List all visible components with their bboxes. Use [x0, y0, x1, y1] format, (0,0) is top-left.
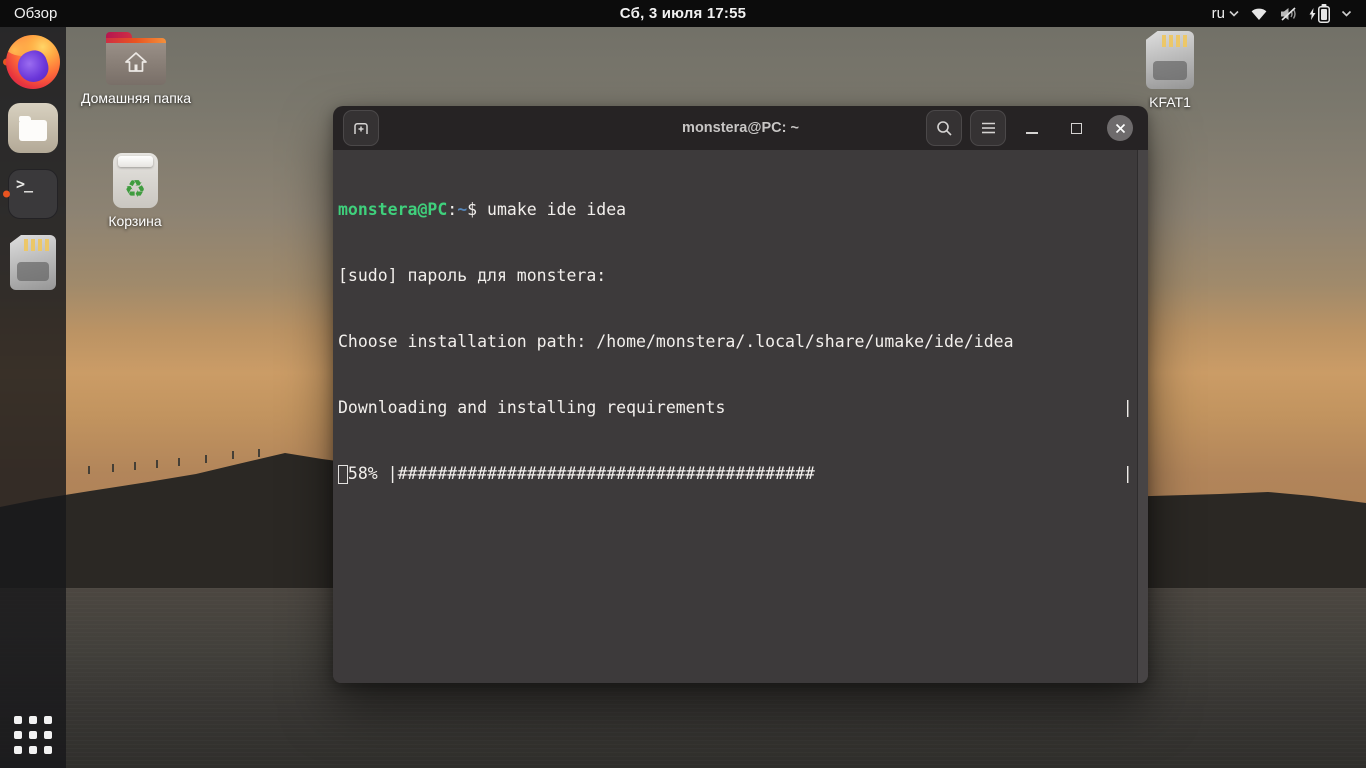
charging-bolt-icon	[1309, 7, 1316, 20]
terminal-line-progress: 58% |###################################…	[338, 463, 1136, 485]
chevron-down-icon	[1229, 10, 1239, 17]
running-indicator	[3, 190, 10, 198]
dock-item-files[interactable]	[0, 103, 66, 153]
desktop-icon-label: KFAT1	[1149, 94, 1191, 110]
house-glyph	[125, 51, 147, 72]
clock[interactable]: Сб, 3 июля 17:55	[620, 5, 746, 22]
system-menu-chevron-icon[interactable]	[1341, 10, 1352, 17]
close-icon	[1107, 115, 1133, 141]
search-icon	[936, 120, 952, 136]
recycle-glyph: ♻	[124, 175, 146, 203]
terminal-icon: >_	[8, 169, 58, 219]
top-bar: Обзор Сб, 3 июля 17:55 ru	[0, 0, 1366, 27]
firefox-icon	[6, 35, 60, 89]
desktop-icon-home-folder[interactable]: Домашняя папка	[81, 31, 191, 106]
dock-item-terminal[interactable]: >_	[0, 169, 66, 219]
keyboard-layout-indicator[interactable]: ru	[1212, 5, 1239, 22]
prompt-user: monstera@PC	[338, 200, 448, 219]
terminal-window: monstera@PC: ~ monstera@PC:~$ umake ide …	[333, 106, 1148, 683]
trash-icon: ♻	[112, 153, 158, 208]
terminal-cursor	[338, 465, 348, 484]
window-titlebar[interactable]: monstera@PC: ~	[333, 106, 1148, 150]
prompt-separator: :	[447, 200, 458, 219]
desktop-icon-usb-volume[interactable]: KFAT1	[1122, 31, 1218, 110]
terminal-line-sudo: [sudo] пароль для monstera:	[338, 266, 617, 285]
keyboard-layout-label: ru	[1211, 5, 1226, 22]
activities-button[interactable]: Обзор	[14, 5, 57, 22]
minimize-button[interactable]	[1014, 110, 1050, 146]
dock-item-usb-drive[interactable]	[0, 235, 66, 290]
desktop-icon-trash[interactable]: ♻ Корзина	[87, 153, 183, 229]
progress-bar-text: 58% |###################################…	[347, 464, 1133, 483]
dock: >_	[0, 27, 66, 768]
battery-icon	[1318, 4, 1331, 23]
sd-card-icon	[1146, 31, 1194, 89]
prompt-command: $ umake ide idea	[467, 200, 627, 219]
desktop-icon-label: Домашняя папка	[80, 90, 192, 106]
terminal-line-path: Choose installation path: /home/monstera…	[338, 332, 1014, 351]
wifi-icon[interactable]	[1250, 7, 1268, 21]
maximize-button[interactable]	[1058, 110, 1094, 146]
terminal-line-status: Downloading and installing requirements …	[338, 398, 1133, 417]
search-button[interactable]	[926, 110, 962, 146]
terminal-content[interactable]: monstera@PC:~$ umake ide idea [sudo] пар…	[333, 150, 1148, 683]
menu-button[interactable]	[970, 110, 1006, 146]
show-applications-button[interactable]	[14, 716, 52, 754]
home-folder-icon	[106, 32, 166, 85]
usb-drive-icon	[10, 235, 56, 290]
terminal-text: monstera@PC:~$ umake ide idea [sudo] пар…	[338, 155, 1136, 529]
prompt-path: ~	[457, 200, 468, 219]
close-button[interactable]	[1102, 110, 1138, 146]
volume-muted-icon[interactable]	[1279, 6, 1298, 21]
hamburger-menu-icon	[981, 122, 995, 134]
files-icon	[8, 103, 58, 153]
terminal-scrollbar[interactable]	[1137, 150, 1148, 683]
terminal-line-prompt: monstera@PC:~$ umake ide idea	[338, 199, 1136, 221]
new-tab-icon	[354, 123, 368, 134]
dock-item-firefox[interactable]	[0, 35, 66, 89]
maximize-icon	[1070, 122, 1082, 134]
desktop-icon-label: Корзина	[108, 213, 162, 229]
minimize-icon	[1026, 132, 1038, 134]
new-tab-button[interactable]	[343, 110, 379, 146]
battery-indicator[interactable]	[1309, 4, 1331, 23]
